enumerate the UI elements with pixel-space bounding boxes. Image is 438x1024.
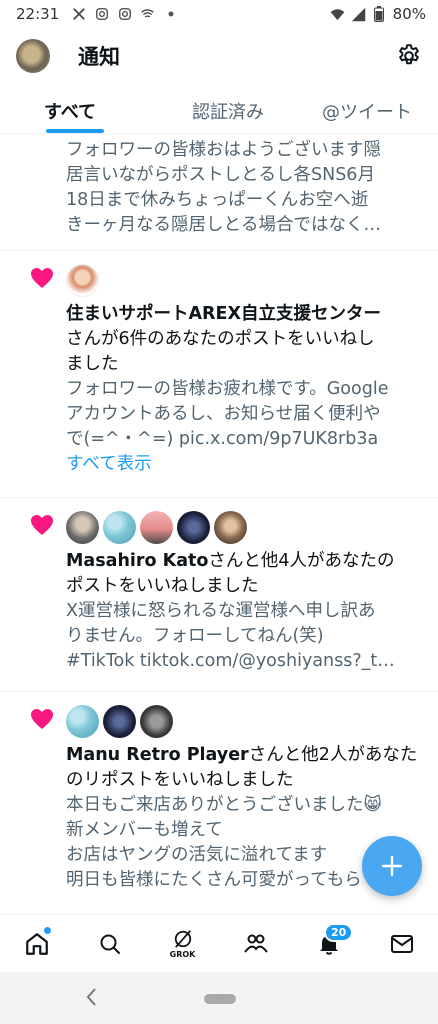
grok-icon bbox=[174, 929, 191, 948]
profile-avatar[interactable] bbox=[16, 39, 50, 73]
tab-mentions[interactable]: @ツイート bbox=[289, 88, 438, 133]
notification-action: のリポストをいいねしました bbox=[66, 770, 294, 790]
tab-verified[interactable]: 認証済み bbox=[167, 88, 290, 133]
notification-action: さんが6件のあなたのポストをいいねし bbox=[66, 329, 375, 349]
notification-tabs: すべて 認証済み @ツイート bbox=[0, 88, 438, 134]
actor-name[interactable]: Masahiro Kato bbox=[66, 551, 208, 571]
user-avatar[interactable] bbox=[214, 511, 247, 544]
home-gesture-pill[interactable] bbox=[204, 994, 236, 1004]
notification-action: さんと他4人があなたの bbox=[208, 551, 395, 571]
post-text-line: りません。フォローしてねん(笑) bbox=[66, 626, 324, 646]
compose-post-button[interactable] bbox=[362, 836, 422, 896]
notification-action: ました bbox=[66, 354, 119, 374]
notification-feed: フォロワーの皆様おはようございます隠 居言いながらポストしとるし各SNS6月 1… bbox=[0, 134, 438, 914]
wifi-status-icon bbox=[140, 7, 155, 22]
back-chevron-icon[interactable] bbox=[84, 986, 98, 1008]
battery-percent: 80% bbox=[392, 5, 426, 23]
nav-communities[interactable] bbox=[219, 915, 292, 972]
notification-action: ポストをいいねしました bbox=[66, 576, 259, 596]
post-text-line: アカウントあるし、お知らせ届く便利や bbox=[66, 404, 381, 424]
show-all-link[interactable]: すべて表示 bbox=[66, 452, 418, 477]
tab-all[interactable]: すべて bbox=[0, 88, 167, 133]
post-text-line: X運営様に怒られるな運営様へ申し訳あ bbox=[66, 601, 376, 621]
bottom-navigation: GROK 20 bbox=[0, 914, 438, 972]
instagram-icon bbox=[94, 7, 109, 22]
header: 通知 bbox=[0, 28, 438, 84]
system-navigation-bar bbox=[0, 972, 438, 1024]
nav-messages[interactable] bbox=[365, 915, 438, 972]
signal-icon bbox=[351, 7, 366, 22]
like-heart-icon bbox=[31, 709, 53, 729]
nav-home[interactable] bbox=[0, 915, 73, 972]
post-text-line: 18日まで休みちょっぱーくんお空へ逝 bbox=[66, 190, 369, 210]
post-text-line: フォロワーの皆様おはようございます隠 bbox=[66, 140, 381, 160]
user-avatar[interactable] bbox=[66, 511, 99, 544]
nav-search[interactable] bbox=[73, 915, 146, 972]
like-heart-icon bbox=[31, 515, 53, 535]
settings-gear-icon[interactable] bbox=[396, 43, 422, 69]
post-text-line: で(=^・^=) pic.x.com/9p7UK8rb3a bbox=[66, 429, 379, 449]
notification-count-badge: 20 bbox=[324, 923, 354, 942]
status-time: 22:31 bbox=[16, 5, 60, 23]
user-avatar[interactable] bbox=[140, 511, 173, 544]
actor-name[interactable]: Manu Retro Player bbox=[66, 745, 249, 765]
unread-dot bbox=[44, 927, 51, 934]
post-text-line: 本日もご来店ありがとうございました😸 bbox=[66, 795, 382, 815]
user-avatar[interactable] bbox=[103, 511, 136, 544]
notification-item[interactable]: Masahiro Katoさんと他4人があなたの ポストをいいねしました X運営… bbox=[0, 498, 438, 692]
actor-name[interactable]: 住まいサポートAREX自立支援センター bbox=[66, 304, 381, 324]
user-avatar[interactable] bbox=[66, 264, 99, 297]
user-avatar[interactable] bbox=[103, 705, 136, 738]
post-text-line: 居言いながらポストしとるし各SNS6月 bbox=[66, 165, 375, 185]
dot-icon bbox=[163, 7, 178, 22]
notification-item[interactable]: 住まいサポートAREX自立支援センター さんが6件のあなたのポストをいいねし ま… bbox=[0, 251, 438, 498]
user-avatar[interactable] bbox=[140, 705, 173, 738]
nav-notifications[interactable]: 20 bbox=[292, 915, 365, 972]
grok-label: GROK bbox=[169, 949, 196, 959]
post-text-line: #TikTok tiktok.com/@yoshiyanss?_t… bbox=[66, 651, 395, 671]
mail-icon bbox=[390, 934, 413, 953]
battery-icon bbox=[372, 6, 387, 22]
user-avatar[interactable] bbox=[177, 511, 210, 544]
status-bar: 22:31 80% bbox=[0, 0, 438, 28]
communities-icon bbox=[243, 934, 268, 953]
like-heart-icon bbox=[31, 268, 53, 288]
plus-icon bbox=[381, 855, 403, 877]
notification-item[interactable]: フォロワーの皆様おはようございます隠 居言いながらポストしとるし各SNS6月 1… bbox=[0, 134, 438, 251]
search-icon bbox=[100, 934, 120, 954]
notification-action: さんと他2人があなた bbox=[248, 745, 418, 765]
post-text-line: きーヶ月なる隠居しとる場合ではなく… bbox=[66, 215, 381, 235]
page-title: 通知 bbox=[78, 45, 120, 69]
nav-grok[interactable]: GROK bbox=[146, 915, 219, 972]
wifi-icon bbox=[330, 7, 345, 22]
user-avatar[interactable] bbox=[66, 705, 99, 738]
post-text-line: 新メンバーも増えて bbox=[66, 820, 223, 840]
home-icon bbox=[25, 932, 48, 955]
x-logo-icon bbox=[71, 7, 86, 22]
post-text-line: フォロワーの皆様お疲れ様です。Google bbox=[66, 379, 389, 399]
instagram-icon-2 bbox=[117, 7, 132, 22]
